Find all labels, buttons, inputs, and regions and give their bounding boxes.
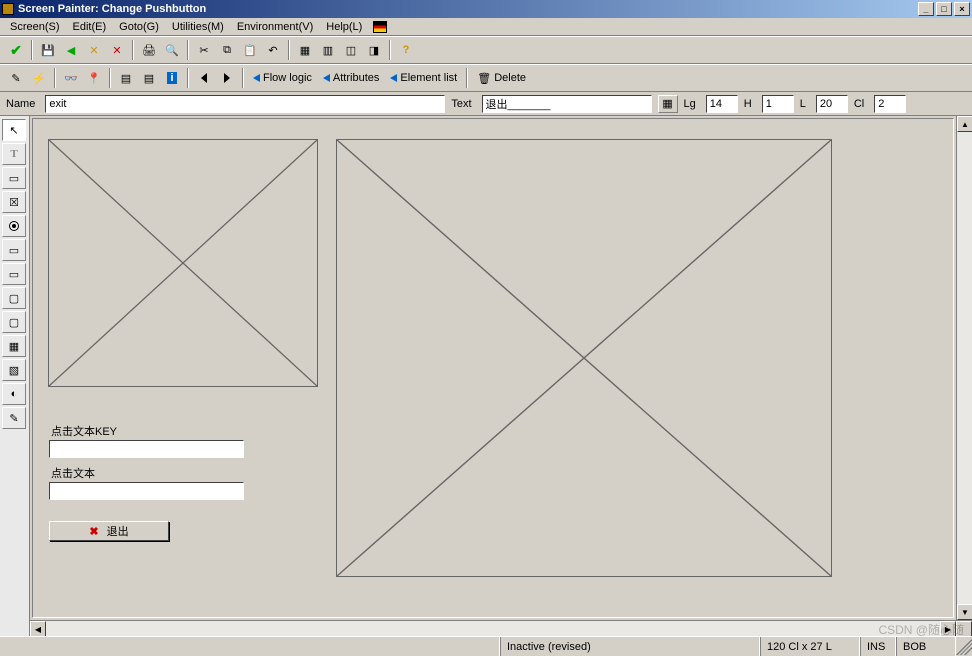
status-state: Inactive (revised) — [500, 637, 760, 656]
app-icon — [2, 3, 14, 15]
statusicon-tool[interactable]: ◐ — [2, 383, 26, 405]
pointer-tool[interactable]: ↖ — [2, 119, 26, 141]
h-input[interactable] — [762, 95, 794, 113]
undo-button[interactable]: ↶ — [263, 40, 283, 60]
tablecontrol-tool[interactable]: ▦ — [2, 335, 26, 357]
name-label: Name — [6, 98, 35, 110]
flow-logic-button[interactable]: Flow logic — [249, 72, 316, 84]
next-button[interactable] — [217, 68, 237, 88]
sessions-button[interactable]: ◨ — [364, 40, 384, 60]
design-button-label: 退出 — [107, 523, 129, 539]
language-flag-icon[interactable] — [373, 21, 387, 33]
menu-help[interactable]: Help(L) — [320, 20, 368, 34]
title-bar: Screen Painter: Change Pushbutton _ □ × — [0, 0, 972, 18]
design-input-key[interactable] — [49, 440, 244, 458]
lg-label: Lg — [684, 98, 696, 110]
design-canvas[interactable]: 点击文本KEY 点击文本 ✖ 退出 — [32, 118, 954, 618]
status-ins: INS — [860, 637, 896, 656]
text-picker-button[interactable]: ▦ — [658, 95, 678, 113]
resize-grip-icon[interactable] — [956, 639, 972, 655]
cut-button[interactable]: ✂ — [194, 40, 214, 60]
menu-environment[interactable]: Environment(V) — [231, 20, 319, 34]
checkbox-tool[interactable]: ☒ — [2, 191, 26, 213]
x-icon: ✖ — [89, 525, 98, 538]
menu-screen[interactable]: Screen(S) — [4, 20, 66, 34]
scroll-up-button[interactable]: ▲ — [957, 116, 972, 132]
find-button[interactable]: 🔍 — [162, 40, 182, 60]
design-exit-button[interactable]: ✖ 退出 — [49, 521, 169, 541]
subscreen-tool[interactable]: ▢ — [2, 311, 26, 333]
step-tool[interactable]: ✎ — [2, 407, 26, 429]
wizard-icon[interactable]: ✎ — [6, 68, 26, 88]
save-button[interactable]: 💾 — [38, 40, 58, 60]
l-label: L — [800, 98, 806, 110]
horizontal-scrollbar[interactable]: ◀ ▶ — [30, 620, 972, 636]
lg-input[interactable] — [706, 95, 738, 113]
copy-button[interactable]: ⧉ — [217, 40, 237, 60]
marker-icon[interactable]: 📍 — [84, 68, 104, 88]
properties-row: Name Text ▦ Lg H L Cl — [0, 92, 972, 116]
back-button[interactable]: ◀ — [61, 40, 81, 60]
text-label: Text — [451, 98, 471, 110]
enter-button[interactable]: ✔ — [6, 40, 26, 60]
menu-utilities[interactable]: Utilities(M) — [166, 20, 230, 34]
main-area: ↖ T ▭ ☒ ▭ ▭ ▢ ▢ ▦ ▧ ◐ ✎ 点击文本KEY 点击文本 — [0, 116, 972, 636]
radiobutton-tool[interactable] — [2, 215, 26, 237]
delete-button[interactable]: 🗑Delete — [473, 72, 530, 85]
status-coords: 120 Cl x 27 L — [760, 637, 860, 656]
element-list-button[interactable]: Element list — [386, 72, 461, 84]
info-icon[interactable]: i — [162, 68, 182, 88]
design-input-text[interactable] — [49, 482, 244, 500]
dictionary-icon[interactable]: ▤ — [116, 68, 136, 88]
cancel-button[interactable]: ✕ — [107, 40, 127, 60]
design-label-key[interactable]: 点击文本KEY — [51, 423, 117, 439]
text-input[interactable] — [482, 95, 652, 113]
menu-goto[interactable]: Goto(G) — [113, 20, 165, 34]
display-icon[interactable]: 👓 — [61, 68, 81, 88]
menu-edit[interactable]: Edit(E) — [67, 20, 113, 34]
placeholder-box-1[interactable] — [48, 139, 318, 387]
watermark: CSDN @随心随 — [878, 621, 964, 638]
tabstrip-tool[interactable]: ▭ — [2, 263, 26, 285]
outline-icon[interactable]: ▤ — [139, 68, 159, 88]
h-label: H — [744, 98, 752, 110]
app-toolbar: ✎ ⚡ 👓 📍 ▤ ▤ i Flow logic Attributes Elem… — [0, 64, 972, 92]
minimize-button[interactable]: _ — [918, 2, 934, 16]
attributes-button[interactable]: Attributes — [319, 72, 383, 84]
close-button[interactable]: × — [954, 2, 970, 16]
layout-button[interactable]: ▦ — [295, 40, 315, 60]
maximize-button[interactable]: □ — [936, 2, 952, 16]
scroll-down-button[interactable]: ▼ — [957, 604, 972, 620]
activate-icon[interactable]: ⚡ — [29, 68, 49, 88]
placeholder-box-2[interactable] — [336, 139, 832, 577]
exit-button[interactable]: ✕ — [84, 40, 104, 60]
name-input[interactable] — [45, 95, 445, 113]
prev-button[interactable] — [194, 68, 214, 88]
scroll-left-button[interactable]: ◀ — [30, 621, 46, 636]
window-button[interactable]: ◫ — [341, 40, 361, 60]
paste-button[interactable]: 📋 — [240, 40, 260, 60]
textfield-tool[interactable]: ▭ — [2, 167, 26, 189]
overview-button[interactable]: ▥ — [318, 40, 338, 60]
design-label-text[interactable]: 点击文本 — [51, 465, 95, 481]
customcontrol-tool[interactable]: ▧ — [2, 359, 26, 381]
box-tool[interactable]: ▢ — [2, 287, 26, 309]
cl-input[interactable] — [874, 95, 906, 113]
standard-toolbar: ✔ 💾 ◀ ✕ ✕ 🖨 🔍 ✂ ⧉ 📋 ↶ ▦ ▥ ◫ ◨ ? — [0, 36, 972, 64]
l-input[interactable] — [816, 95, 848, 113]
cl-label: Cl — [854, 98, 864, 110]
status-bar: Inactive (revised) 120 Cl x 27 L INS BOB — [0, 636, 972, 656]
vertical-scrollbar[interactable]: ▲ ▼ — [956, 116, 972, 620]
print-button[interactable]: 🖨 — [139, 40, 159, 60]
status-user: BOB — [896, 637, 956, 656]
tool-palette: ↖ T ▭ ☒ ▭ ▭ ▢ ▢ ▦ ▧ ◐ ✎ — [0, 116, 30, 636]
help-button[interactable]: ? — [396, 40, 416, 60]
text-tool[interactable]: T — [2, 143, 26, 165]
menu-bar: Screen(S) Edit(E) Goto(G) Utilities(M) E… — [0, 18, 972, 36]
window-title: Screen Painter: Change Pushbutton — [18, 3, 918, 15]
pushbutton-tool[interactable]: ▭ — [2, 239, 26, 261]
